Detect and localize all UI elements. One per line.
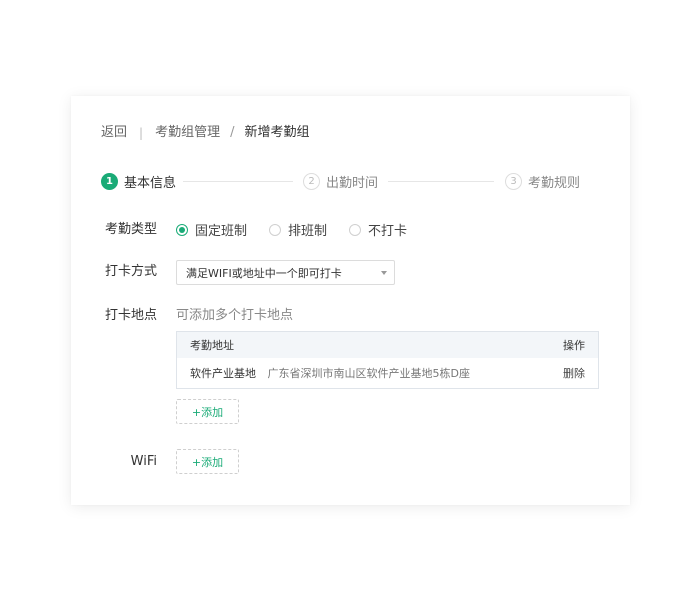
clock-location-label: 打卡地点 (104, 308, 157, 323)
column-header-address: 考勤地址 (190, 339, 234, 352)
location-name: 软件产业基地 (190, 367, 256, 380)
radio-checked-icon (176, 223, 188, 236)
table-header: 考勤地址 操作 (177, 332, 598, 358)
attendance-type-radio-group: 固定班制 排班制 不打卡 (176, 220, 429, 239)
radio-label-no-clock: 不打卡 (368, 224, 408, 239)
breadcrumb: 返回 | 考勤组管理 / 新增考勤组 (101, 123, 309, 143)
radio-unchecked-icon (269, 223, 282, 236)
step-label-rules: 考勤规则 (528, 175, 581, 191)
clock-location-hint: 可添加多个打卡地点 (176, 308, 294, 323)
clock-method-select[interactable]: 满足WIFI或地址中一个即可打卡 (176, 260, 395, 285)
radio-label-fixed-shift: 固定班制 (195, 224, 248, 239)
attendance-type-label: 考勤类型 (104, 222, 157, 237)
column-header-action: 操作 (563, 339, 585, 352)
wifi-label: WiFi (130, 454, 157, 469)
radio-unchecked-icon (349, 223, 362, 236)
breadcrumb-separator: / (230, 125, 235, 140)
step-label-basic-info: 基本信息 (124, 175, 177, 191)
step-work-time: 2 出勤时间 (303, 171, 378, 191)
step-connector (388, 181, 494, 182)
table-row: 软件产业基地 广东省深圳市南山区软件产业基地5栋D座 删除 (177, 358, 598, 388)
clock-method-value: 满足WIFI或地址中一个即可打卡 (186, 266, 342, 280)
breadcrumb-divider: | (139, 126, 144, 140)
step-number-1: 1 (101, 172, 118, 190)
step-indicator: 1 基本信息 2 出勤时间 3 考勤规则 (101, 171, 613, 191)
step-rules: 3 考勤规则 (505, 171, 580, 191)
location-table: 考勤地址 操作 软件产业基地 广东省深圳市南山区软件产业基地5栋D座 删除 (176, 331, 599, 389)
add-wifi-button[interactable]: +添加 (176, 449, 239, 474)
step-basic-info: 1 基本信息 (101, 171, 176, 191)
breadcrumb-parent-link[interactable]: 考勤组管理 (155, 123, 220, 143)
radio-label-scheduled-shift: 排班制 (288, 224, 328, 239)
form-card: 返回 | 考勤组管理 / 新增考勤组 1 基本信息 2 出勤时间 3 考勤规则 … (71, 96, 630, 505)
location-address: 广东省深圳市南山区软件产业基地5栋D座 (267, 367, 470, 380)
radio-no-clock[interactable]: 不打卡 (349, 220, 407, 239)
clock-method-label: 打卡方式 (104, 264, 157, 279)
breadcrumb-current: 新增考勤组 (244, 125, 310, 140)
add-location-button[interactable]: +添加 (176, 399, 239, 424)
delete-location-button[interactable]: 删除 (563, 365, 585, 381)
radio-scheduled-shift[interactable]: 排班制 (269, 220, 327, 239)
caret-down-icon (381, 271, 387, 275)
step-number-3: 3 (505, 172, 522, 190)
back-link[interactable]: 返回 (101, 123, 127, 143)
radio-fixed-shift[interactable]: 固定班制 (176, 220, 247, 239)
step-connector (183, 181, 293, 182)
step-number-2: 2 (303, 172, 320, 190)
step-label-work-time: 出勤时间 (326, 175, 379, 191)
